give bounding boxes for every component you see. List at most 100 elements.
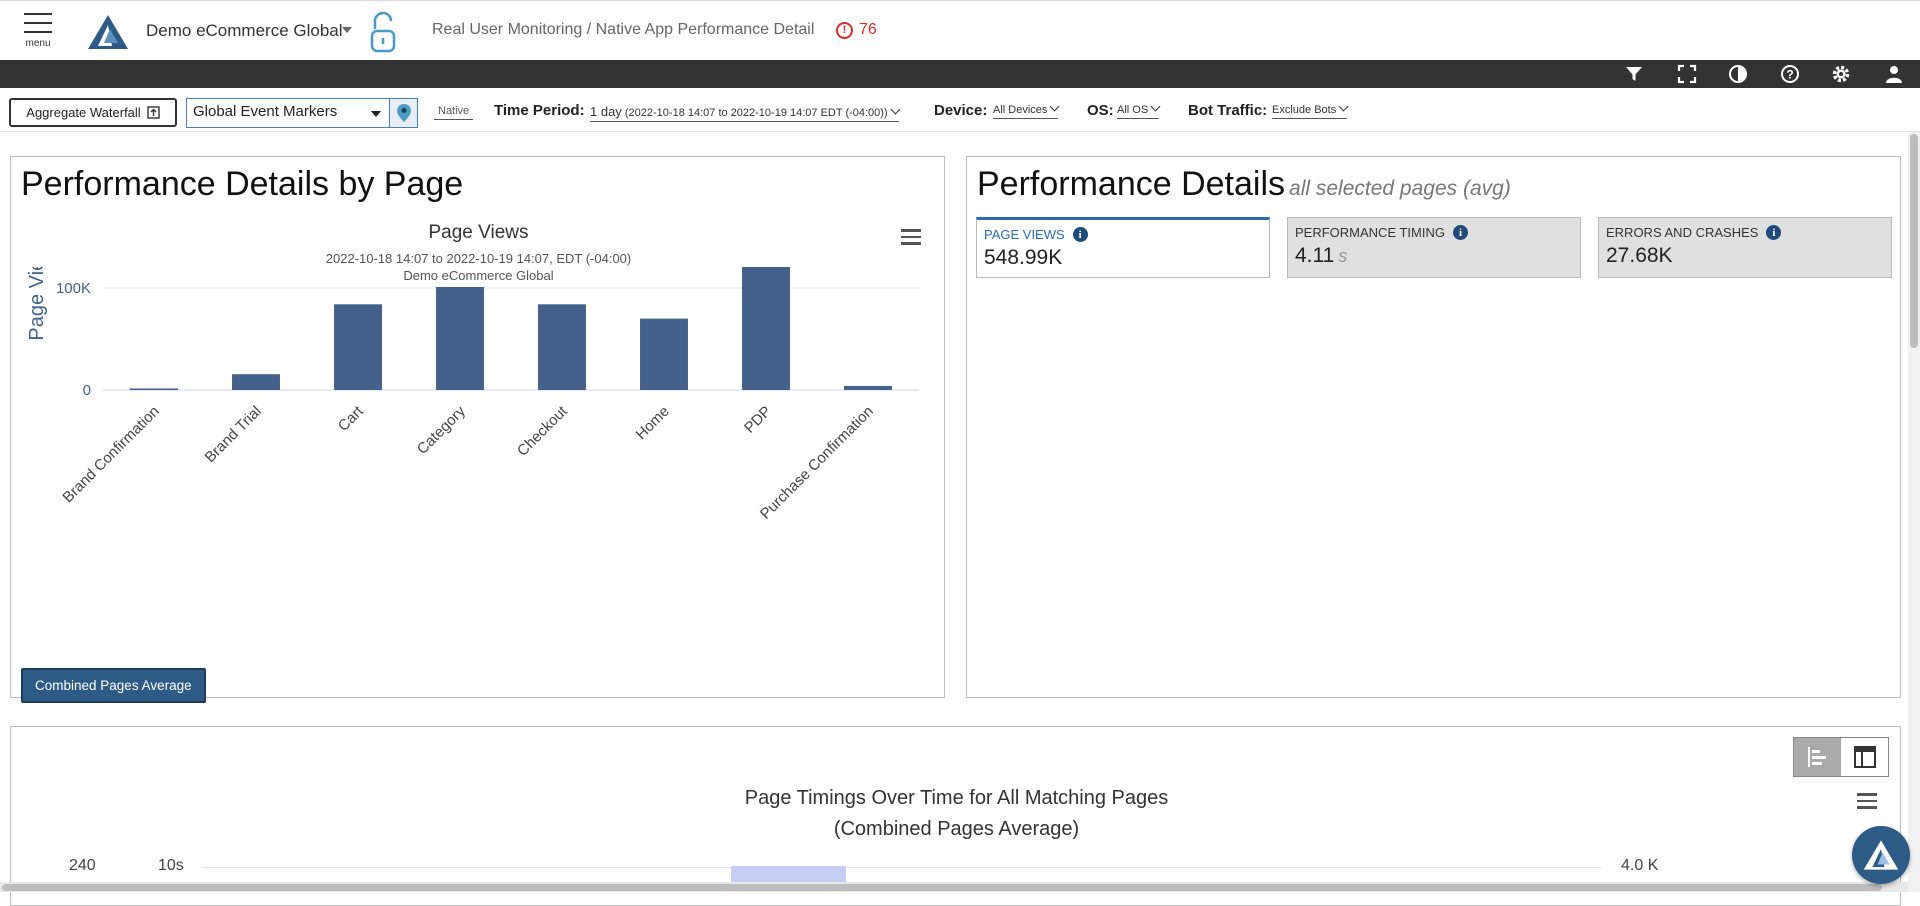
metric-label: PERFORMANCE TIMING bbox=[1295, 225, 1445, 240]
view-toggle bbox=[1793, 737, 1889, 777]
metric-unit: s bbox=[1338, 246, 1348, 266]
hamburger-icon-bar bbox=[24, 31, 52, 33]
x-tick-label: PDP bbox=[741, 403, 775, 437]
os-select[interactable]: All OS bbox=[1117, 101, 1161, 119]
metric-card-performance-timing[interactable]: PERFORMANCE TIMING i 4.11 s bbox=[1287, 217, 1581, 278]
export-icon bbox=[147, 106, 160, 119]
scroll-thumb[interactable] bbox=[1910, 134, 1918, 348]
alert-badge[interactable]: ! 76 bbox=[836, 21, 877, 39]
time-period-main: 1 day bbox=[590, 104, 622, 119]
bar[interactable] bbox=[640, 318, 688, 390]
hamburger-icon bbox=[24, 13, 52, 15]
info-icon[interactable]: i bbox=[1453, 225, 1468, 240]
page-views-chart: 0100K200KPage ViewsBrand ConfirmationBra… bbox=[26, 267, 919, 523]
metric-value: 548.99K bbox=[984, 246, 1063, 269]
map-pin-icon bbox=[396, 104, 411, 122]
bar[interactable] bbox=[742, 267, 790, 390]
chevron-down-icon bbox=[890, 104, 901, 115]
panel-subtitle: all selected pages (avg) bbox=[1289, 177, 1511, 200]
chevron-down-icon[interactable] bbox=[342, 27, 352, 33]
info-icon[interactable]: i bbox=[1766, 225, 1782, 240]
timings-chart-title: Page Timings Over Time for All Matching … bbox=[744, 787, 1169, 809]
x-tick-label: Purchase Confirmation bbox=[757, 403, 877, 523]
combined-pages-average-button[interactable]: Combined Pages Average bbox=[21, 668, 206, 703]
bar[interactable] bbox=[232, 374, 280, 390]
table-icon bbox=[1853, 746, 1876, 768]
bar[interactable] bbox=[436, 286, 484, 390]
y-tick-label: 0 bbox=[83, 382, 91, 399]
x-tick-label: Brand Confirmation bbox=[59, 403, 162, 506]
filter-bar: Aggregate Waterfall Global Event Markers… bbox=[0, 88, 1920, 132]
event-markers-select[interactable]: Global Event Markers bbox=[186, 98, 390, 128]
x-tick-label: Checkout bbox=[514, 402, 571, 459]
event-markers-value: Global Event Markers bbox=[193, 103, 338, 120]
bar[interactable] bbox=[538, 304, 586, 390]
timings-chart-subtitle: (Combined Pages Average) bbox=[833, 818, 1080, 840]
logo-icon bbox=[1863, 840, 1899, 870]
info-icon[interactable]: i bbox=[1072, 227, 1088, 242]
top-header: menu Demo eCommerce Global Real User Mon… bbox=[0, 0, 1920, 60]
metric-label: ERRORS AND CRASHES bbox=[1606, 225, 1759, 240]
settings-icon[interactable] bbox=[1831, 64, 1851, 84]
bot-traffic-select[interactable]: Exclude Bots bbox=[1272, 101, 1349, 119]
bar[interactable] bbox=[334, 304, 382, 390]
x-tick-label: Category bbox=[414, 402, 469, 457]
alert-count: 76 bbox=[859, 21, 877, 38]
y-axis-title: Page Views bbox=[26, 267, 48, 341]
contrast-icon[interactable] bbox=[1728, 64, 1748, 84]
horizontal-scrollbar[interactable] bbox=[0, 882, 1908, 892]
metric-card-errors-crashes[interactable]: ERRORS AND CRASHES i 27.68K bbox=[1598, 217, 1892, 278]
chevron-down-icon bbox=[1338, 101, 1349, 112]
chart-view-toggle[interactable] bbox=[1794, 738, 1841, 776]
filter-icon[interactable] bbox=[1624, 64, 1644, 84]
app-selector[interactable]: Demo eCommerce Global bbox=[146, 21, 343, 41]
help-icon[interactable]: ? bbox=[1780, 64, 1800, 84]
gridline bbox=[201, 867, 1601, 868]
alert-icon: ! bbox=[836, 21, 853, 39]
time-period-select[interactable]: 1 day (2022-10-18 14:07 to 2022-10-19 14… bbox=[590, 104, 901, 122]
hamburger-icon-bar bbox=[24, 22, 52, 24]
bar-chart-icon bbox=[1807, 747, 1826, 767]
bar[interactable] bbox=[844, 385, 892, 390]
aggregate-waterfall-button[interactable]: Aggregate Waterfall bbox=[9, 98, 177, 127]
y-tick-label: 100K bbox=[56, 280, 91, 297]
aggregate-waterfall-label: Aggregate Waterfall bbox=[26, 105, 141, 120]
metric-label: PAGE VIEWS bbox=[984, 227, 1065, 242]
platform-native-tag[interactable]: Native bbox=[434, 105, 474, 120]
os-value: All OS bbox=[1117, 104, 1149, 116]
device-value: All Devices bbox=[993, 104, 1048, 116]
user-icon[interactable] bbox=[1884, 64, 1904, 84]
chevron-down-icon bbox=[1150, 101, 1161, 112]
panel-title: Performance Details by Page bbox=[21, 165, 464, 203]
fullscreen-icon[interactable] bbox=[1677, 64, 1697, 84]
dropdown-caret-icon bbox=[371, 111, 381, 117]
bar[interactable] bbox=[130, 388, 178, 390]
breadcrumb: Real User Monitoring / Native App Perfor… bbox=[432, 21, 815, 38]
right-axis-tick: 4.0 K bbox=[1621, 857, 1659, 874]
bot-traffic-value: Exclude Bots bbox=[1272, 104, 1337, 116]
unlock-icon[interactable] bbox=[368, 11, 398, 53]
chart-title: Page Views bbox=[428, 222, 529, 243]
device-select[interactable]: All Devices bbox=[993, 101, 1060, 119]
mid-axis-tick: 10s bbox=[158, 857, 184, 874]
chevron-down-icon bbox=[1049, 101, 1060, 112]
metric-card-page-views[interactable]: PAGE VIEWS i 548.99K bbox=[976, 217, 1270, 278]
panel-title-text: Performance Details bbox=[977, 165, 1286, 203]
menu-label: menu bbox=[25, 38, 51, 49]
os-label: OS: bbox=[1087, 102, 1114, 119]
logo-icon[interactable] bbox=[86, 13, 130, 51]
chart-menu-icon[interactable] bbox=[901, 229, 921, 245]
event-marker-pin-button[interactable] bbox=[389, 98, 418, 128]
vertical-scrollbar[interactable] bbox=[1908, 132, 1920, 892]
menu-button[interactable]: menu bbox=[20, 13, 56, 55]
global-toolbar: ? bbox=[0, 60, 1920, 88]
chart-subtitle-dates: 2022-10-18 14:07 to 2022-10-19 14:07, ED… bbox=[325, 251, 632, 266]
time-period-label: Time Period: bbox=[494, 102, 585, 119]
left-axis-tick: 240 bbox=[69, 857, 96, 874]
scroll-thumb[interactable] bbox=[2, 884, 1882, 891]
assistant-button[interactable] bbox=[1852, 826, 1910, 884]
table-view-toggle[interactable] bbox=[1841, 738, 1888, 776]
performance-details-panel: Performance Details all selected pages (a… bbox=[966, 156, 1901, 698]
performance-by-page-panel: Performance Details by Page Page Views 2… bbox=[10, 156, 945, 703]
timings-chart-menu-icon[interactable] bbox=[1857, 793, 1877, 809]
